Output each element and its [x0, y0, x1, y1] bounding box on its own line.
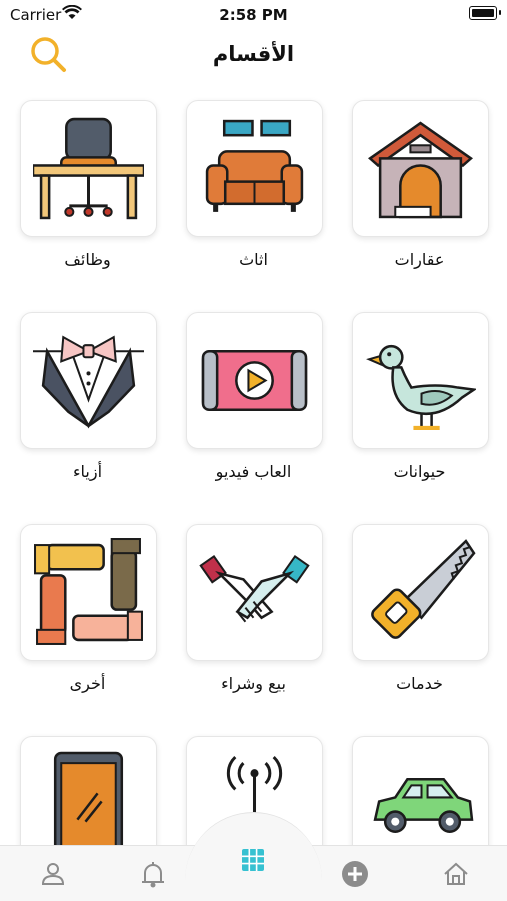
status-bar: Carrier 2:58 PM [0, 0, 507, 28]
add-icon [342, 861, 368, 887]
video-play-icon [201, 349, 308, 412]
category-label: وظائف [64, 250, 111, 269]
category-fashion[interactable] [20, 312, 157, 449]
grid-icon [242, 849, 264, 871]
battery-icon [469, 6, 501, 20]
tuxedo-icon [33, 335, 144, 429]
category-other[interactable] [20, 524, 157, 661]
status-time: 2:58 PM [219, 6, 288, 24]
category-label: أخرى [69, 674, 106, 693]
sofa-icon [205, 119, 304, 212]
category-label: بيع وشراء [221, 674, 286, 693]
office-desk-icon [33, 117, 144, 220]
category-animals[interactable] [352, 312, 489, 449]
duck-icon [366, 344, 476, 430]
category-jobs[interactable] [20, 100, 157, 237]
bell-icon [142, 862, 164, 888]
profile-icon [41, 863, 65, 885]
hands-square-icon [34, 538, 143, 645]
page-title: الأقسام [212, 42, 295, 66]
phone-icon [53, 751, 124, 860]
saw-icon [371, 539, 476, 639]
tab-categories[interactable] [233, 840, 273, 880]
category-label: اثاث [239, 250, 268, 269]
house-icon [368, 121, 473, 219]
tab-notifications[interactable] [133, 854, 173, 894]
car-icon [373, 778, 474, 834]
category-real-estate[interactable] [352, 100, 489, 237]
category-label: حيوانات [393, 462, 446, 481]
header: الأقسام [0, 28, 507, 78]
home-icon [444, 862, 468, 885]
category-label: أزياء [72, 462, 103, 481]
tab-home[interactable] [436, 854, 476, 894]
category-buy-sell[interactable] [186, 524, 323, 661]
category-label: عقارات [394, 250, 445, 269]
category-label: العاب فيديو [215, 462, 292, 481]
category-furniture[interactable] [186, 100, 323, 237]
category-services[interactable] [352, 524, 489, 661]
tab-add[interactable] [335, 854, 375, 894]
category-video-games[interactable] [186, 312, 323, 449]
tab-bar [0, 812, 507, 901]
tab-profile[interactable] [33, 854, 73, 894]
handshake-icon [199, 554, 310, 623]
category-label: خدمات [396, 674, 443, 693]
